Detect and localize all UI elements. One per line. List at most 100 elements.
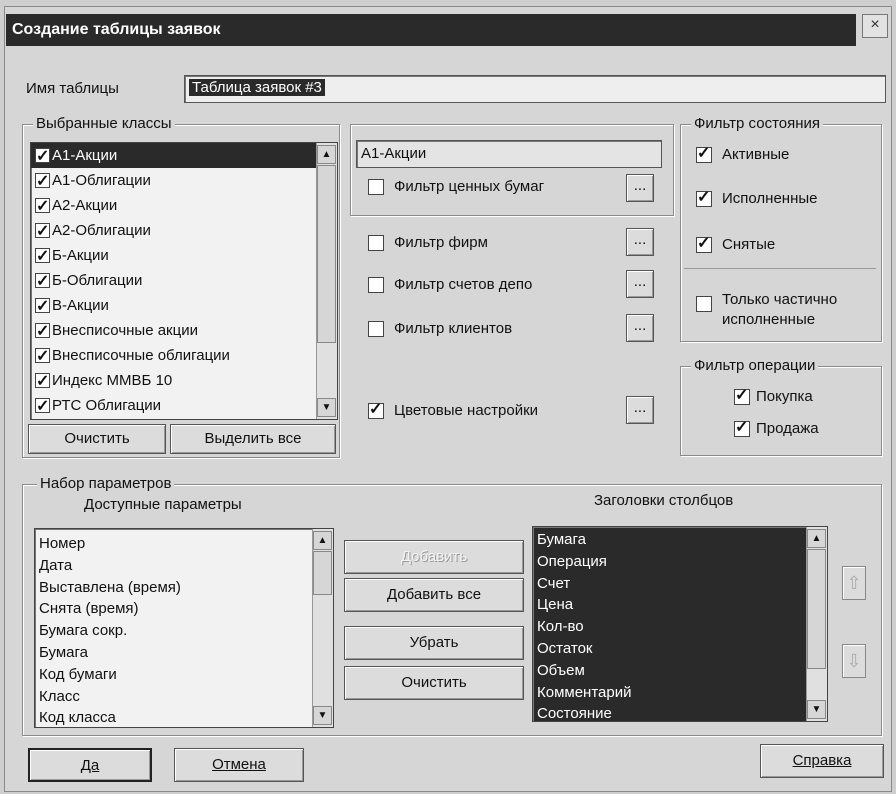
move-up-arrow-icon[interactable]: ⇧ (842, 566, 866, 600)
sell-checkbox[interactable]: Продажа (734, 417, 819, 437)
scroll-up-icon[interactable]: ▲ (807, 529, 826, 548)
column-item[interactable]: Объем (533, 660, 827, 682)
scroll-thumb[interactable] (317, 165, 336, 343)
column-item[interactable]: Остаток (533, 638, 827, 660)
checkbox-checked-icon[interactable] (35, 144, 50, 169)
available-param-item[interactable]: Класс (35, 686, 333, 708)
help-button[interactable]: Справка (760, 744, 884, 778)
class-item-label: Индекс ММВБ 10 (52, 372, 173, 389)
scroll-up-icon[interactable]: ▲ (317, 145, 336, 164)
color-settings-label: Цветовые настройки (394, 402, 539, 419)
classes-list[interactable]: А1-Акции А1-Облигации А2-Акции А2-Облигации… (30, 142, 338, 420)
column-item[interactable]: Кол-во (533, 616, 827, 638)
scroll-thumb[interactable] (313, 551, 332, 595)
scroll-thumb[interactable] (807, 549, 826, 669)
params-clear-button[interactable]: Очистить (344, 666, 524, 700)
partial-label-line2: исполненные (722, 311, 816, 328)
depo-filter-ellipsis-button[interactable]: ... (626, 270, 654, 298)
checkbox-icon[interactable] (368, 234, 384, 251)
available-param-item[interactable]: Код класса (35, 707, 333, 727)
available-scrollbar[interactable]: ▲ ▼ (312, 529, 333, 727)
classes-clear-button[interactable]: Очистить (28, 424, 166, 454)
column-item[interactable]: Бумага (533, 529, 827, 551)
class-list-item[interactable]: Внесписочные акции (31, 318, 317, 344)
columns-scrollbar[interactable]: ▲ ▼ (806, 527, 827, 721)
available-param-item[interactable]: Бумага (35, 642, 333, 664)
cancel-button[interactable]: Отмена (174, 748, 304, 782)
column-item[interactable]: Операция (533, 551, 827, 573)
cancelled-checkbox[interactable]: Снятые (696, 233, 775, 253)
close-button[interactable]: × (862, 14, 888, 38)
checkbox-checked-icon[interactable] (35, 294, 50, 319)
classes-scrollbar[interactable]: ▲ ▼ (316, 143, 337, 419)
securities-filter-ellipsis-button[interactable]: ... (626, 174, 654, 202)
available-param-item[interactable]: Бумага сокр. (35, 620, 333, 642)
checkbox-checked-icon[interactable] (35, 344, 50, 369)
available-param-item[interactable]: Выставлена (время) (35, 577, 333, 599)
scroll-up-icon[interactable]: ▲ (313, 531, 332, 550)
checkbox-checked-icon[interactable] (35, 394, 50, 419)
checkbox-checked-icon[interactable] (35, 169, 50, 194)
scroll-down-icon[interactable]: ▼ (317, 398, 336, 417)
class-list-item[interactable]: А2-Облигации (31, 218, 317, 244)
checkbox-checked-icon[interactable] (35, 194, 50, 219)
active-checkbox[interactable]: Активные (696, 143, 789, 163)
checkbox-checked-icon[interactable] (734, 417, 750, 437)
class-list-item[interactable]: Внесписочные облигации (31, 343, 317, 369)
classes-select-all-button[interactable]: Выделить все (170, 424, 336, 454)
column-item[interactable]: Комментарий (533, 682, 827, 704)
add-button[interactable]: Добавить (344, 540, 524, 574)
depo-filter-checkbox[interactable]: Фильтр счетов депо (368, 276, 532, 293)
checkbox-checked-icon[interactable] (35, 369, 50, 394)
available-param-item[interactable]: Снята (время) (35, 598, 333, 620)
column-item[interactable]: Состояние (533, 703, 827, 721)
class-list-item[interactable]: В-Акции (31, 293, 317, 319)
color-settings-checkbox[interactable]: Цветовые настройки (368, 399, 539, 419)
column-item[interactable]: Счет (533, 573, 827, 595)
class-list-item[interactable]: Индекс ММВБ 10 (31, 368, 317, 394)
clients-filter-label: Фильтр клиентов (394, 320, 513, 337)
checkbox-checked-icon[interactable] (35, 219, 50, 244)
checkbox-checked-icon[interactable] (696, 143, 712, 163)
color-settings-ellipsis-button[interactable]: ... (626, 396, 654, 424)
move-down-arrow-icon[interactable]: ⇩ (842, 644, 866, 678)
class-list-item[interactable]: А2-Акции (31, 193, 317, 219)
ok-button[interactable]: Да (28, 748, 152, 782)
checkbox-checked-icon[interactable] (35, 319, 50, 344)
buy-checkbox[interactable]: Покупка (734, 385, 813, 405)
checkbox-checked-icon[interactable] (734, 385, 750, 405)
firms-filter-checkbox[interactable]: Фильтр фирм (368, 234, 488, 251)
checkbox-icon[interactable] (368, 320, 384, 337)
checkbox-icon[interactable] (368, 178, 384, 195)
class-list-item[interactable]: А1-Облигации (31, 168, 317, 194)
clients-filter-checkbox[interactable]: Фильтр клиентов (368, 320, 512, 337)
class-list-item[interactable]: РТС Облигации (31, 393, 317, 419)
firms-filter-ellipsis-button[interactable]: ... (626, 228, 654, 256)
scroll-down-icon[interactable]: ▼ (807, 700, 826, 719)
add-all-button[interactable]: Добавить все (344, 578, 524, 612)
securities-filter-checkbox[interactable]: Фильтр ценных бумаг (368, 178, 544, 195)
executed-checkbox[interactable]: Исполненные (696, 187, 818, 207)
available-param-item[interactable]: Дата (35, 555, 333, 577)
remove-button[interactable]: Убрать (344, 626, 524, 660)
column-item[interactable]: Цена (533, 594, 827, 616)
checkbox-checked-icon[interactable] (35, 244, 50, 269)
table-name-input[interactable]: Таблица заявок #3 (184, 75, 886, 103)
checkbox-checked-icon[interactable] (696, 233, 712, 253)
available-param-item[interactable]: Код бумаги (35, 664, 333, 686)
checkbox-icon[interactable] (368, 276, 384, 293)
partial-checkbox[interactable]: Только частично исполненные (696, 290, 837, 330)
checkbox-checked-icon[interactable] (368, 399, 384, 419)
sell-label: Продажа (756, 420, 819, 437)
available-param-item[interactable]: Номер (35, 533, 333, 555)
class-list-item[interactable]: Б-Облигации (31, 268, 317, 294)
checkbox-icon[interactable] (696, 296, 712, 312)
clients-filter-ellipsis-button[interactable]: ... (626, 314, 654, 342)
checkbox-checked-icon[interactable] (35, 269, 50, 294)
checkbox-checked-icon[interactable] (696, 187, 712, 207)
scroll-down-icon[interactable]: ▼ (313, 706, 332, 725)
available-params-list[interactable]: Номер Дата Выставлена (время) Снята (время)… (34, 528, 334, 728)
class-list-item[interactable]: А1-Акции (31, 143, 317, 169)
columns-list[interactable]: Бумага Операция Счет Цена Кол-во Остаток Объем… (532, 526, 828, 722)
class-list-item[interactable]: Б-Акции (31, 243, 317, 269)
